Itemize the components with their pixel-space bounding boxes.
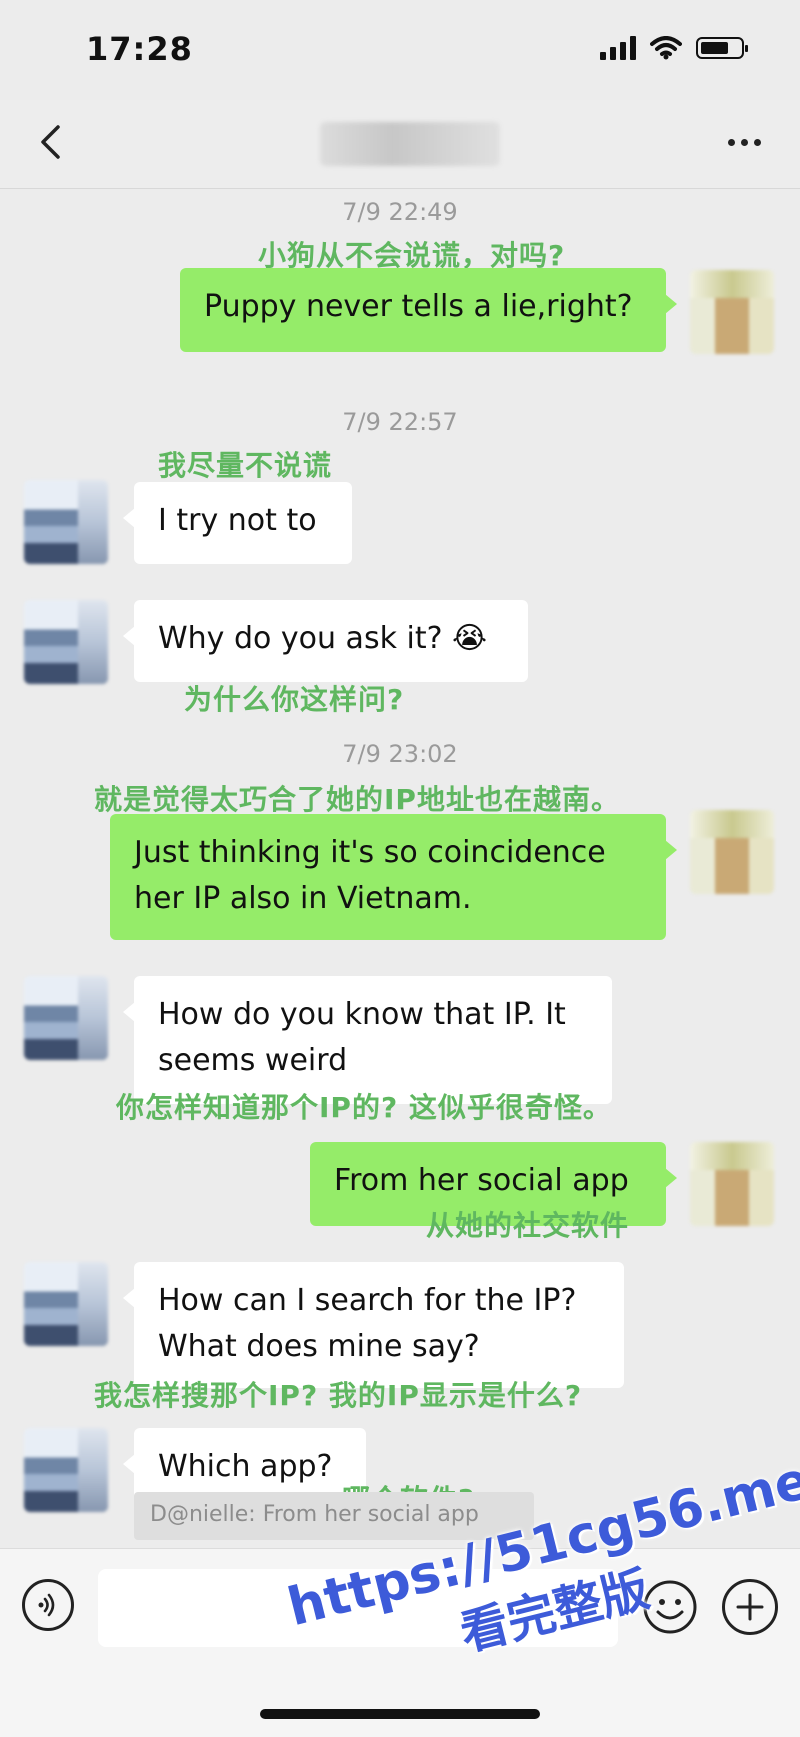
battery-icon [696,37,748,59]
contact-avatar[interactable] [24,480,108,564]
translation-annotation: 我尽量不说谎 [158,449,333,482]
translation-annotation: 为什么你这样问? [184,683,405,716]
signal-icon [600,36,636,60]
message-timestamp: 7/9 22:49 [342,198,458,226]
chat-header [0,100,800,189]
message-bubble-outgoing[interactable]: Puppy never tells a lie,right? [180,268,677,352]
back-button[interactable] [28,120,72,164]
message-bubble-incoming[interactable]: Why do you ask it? 😭 [123,600,528,682]
translation-annotation: 就是觉得太巧合了她的IP地址也在越南。 [94,783,620,816]
voice-icon [38,1593,55,1617]
chevron-left-icon [41,125,60,159]
message-bubble-incoming[interactable]: How do you know that IP. It seems weird [123,976,612,1104]
voice-input-button[interactable] [22,1579,74,1631]
my-avatar[interactable] [690,270,774,354]
status-bar: 17:28 [0,0,800,110]
translation-annotation: 你怎样知道那个IP的? 这似乎很奇怪。 [116,1091,612,1124]
contact-avatar[interactable] [24,1428,108,1512]
more-options-button[interactable] [716,120,772,164]
status-icons [600,36,748,60]
home-indicator[interactable] [260,1709,540,1719]
translation-annotation: 从她的社交软件 [426,1209,630,1242]
contact-avatar[interactable] [24,976,108,1060]
contact-name-redacted [320,122,500,166]
my-avatar[interactable] [690,810,774,894]
more-actions-button[interactable] [722,1579,778,1635]
contact-avatar[interactable] [24,600,108,684]
message-timestamp: 7/9 22:57 [342,408,458,436]
message-timestamp: 7/9 23:02 [342,740,458,768]
battery-level [701,42,728,54]
message-bubble-outgoing[interactable]: Just thinking it's so coincidence her IP… [110,814,677,940]
my-avatar[interactable] [690,1142,774,1226]
message-bubble-incoming[interactable]: I try not to [123,482,352,564]
plus-icon [736,1593,764,1621]
translation-annotation: 我怎样搜那个IP? 我的IP显示是什么? [94,1379,583,1412]
contact-avatar[interactable] [24,1262,108,1346]
message-bubble-incoming[interactable]: How can I search for the IP? What does m… [123,1262,624,1388]
status-time: 17:28 [86,30,193,68]
wifi-icon [650,36,682,60]
ellipsis-icon [727,138,735,146]
